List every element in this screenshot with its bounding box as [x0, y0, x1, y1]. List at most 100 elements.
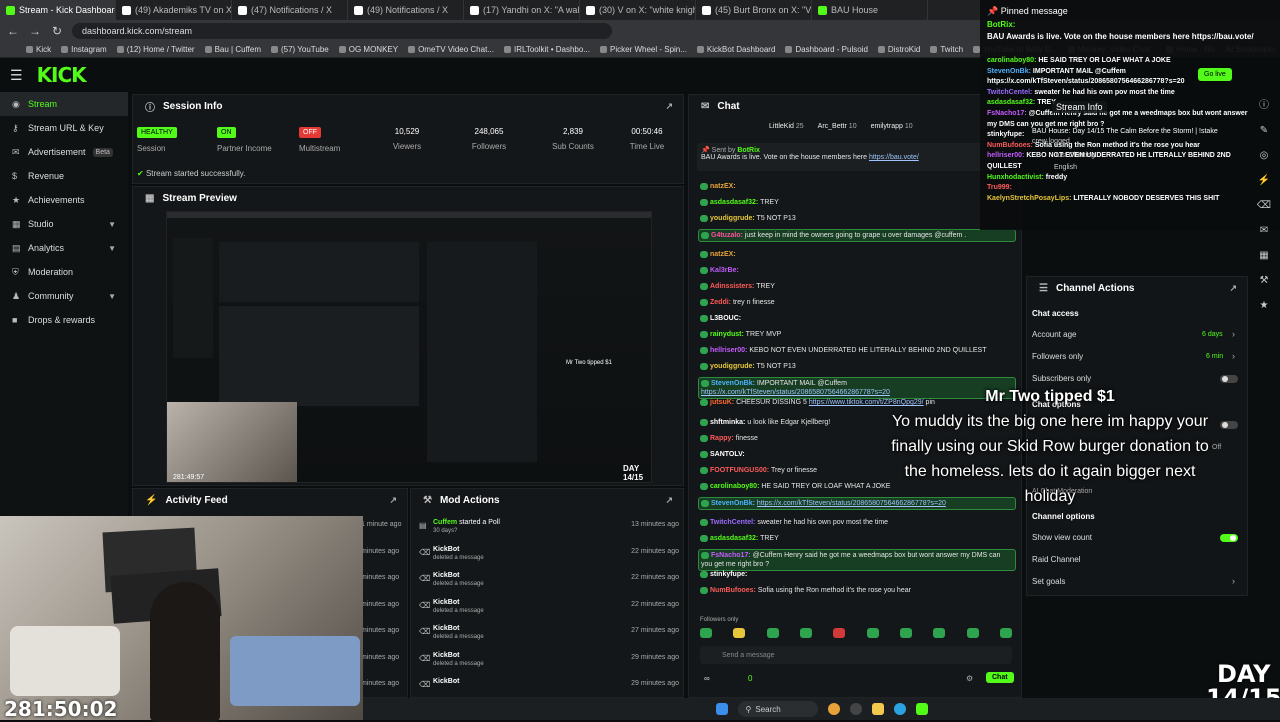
- sidebar-item-stream[interactable]: ◉ Stream: [0, 92, 128, 116]
- url-field[interactable]: dashboard.kick.com/stream: [72, 23, 612, 39]
- browser-tab[interactable]: (49) Akademiks TV on X: "Alab: [116, 0, 232, 20]
- chat-bubble-icon[interactable]: ✉: [1260, 225, 1268, 236]
- chevron-down-icon[interactable]: ▼: [108, 220, 116, 229]
- chat-username[interactable]: natzEX:: [710, 251, 736, 258]
- sidebar-item-drops-rewards[interactable]: ■ Drops & rewards: [0, 308, 128, 332]
- chat-username[interactable]: SANTOLV:: [710, 451, 745, 458]
- sidebar-item-revenue[interactable]: $ Revenue: [0, 164, 128, 188]
- telegram-icon[interactable]: [893, 703, 906, 715]
- stream-preview-video[interactable]: 281:49:57 Mr Two tipped $1 DAY 14/15: [166, 211, 652, 483]
- edit-icon[interactable]: ✎: [1260, 125, 1268, 136]
- chat-username[interactable]: Kal3rBe:: [710, 267, 739, 274]
- chat-message[interactable]: TwitchCentel: sweater he had his own pov…: [698, 517, 1016, 528]
- bookmark[interactable]: (57) YouTube: [270, 45, 329, 54]
- chat-username[interactable]: asdasdasaf32:: [710, 199, 758, 206]
- back-icon[interactable]: ←: [6, 24, 20, 38]
- chat-message[interactable]: NumBufooes: Sofia using the Ron method i…: [698, 585, 1016, 596]
- chat-username[interactable]: Rappy:: [710, 435, 734, 442]
- sidebar-item-moderation[interactable]: ⛨ Moderation: [0, 260, 128, 284]
- popout-icon[interactable]: ↗: [665, 101, 673, 112]
- kick-app-icon[interactable]: [915, 703, 928, 715]
- browser-tab[interactable]: (30) V on X: "white knight: [580, 0, 696, 20]
- browser-tab[interactable]: BAU House: [812, 0, 928, 20]
- bookmark[interactable]: Bau | Cuffem: [204, 45, 261, 54]
- sidebar-item-advertisement[interactable]: ✉ Advertisement Beta: [0, 140, 128, 164]
- emote-icon[interactable]: [866, 628, 879, 638]
- account-age-row[interactable]: Account age: [1032, 330, 1076, 339]
- chat-link[interactable]: https://x.com/kTfSteven/status/208658075…: [701, 389, 890, 396]
- chat-message[interactable]: youdiggrude: T5 NOT P13: [698, 361, 1016, 372]
- bookmark[interactable]: Instagram: [61, 45, 107, 54]
- chat-option-toggle[interactable]: [1220, 421, 1238, 429]
- sidebar-item-stream-url-key[interactable]: ⚷ Stream URL & Key: [0, 116, 128, 140]
- bookmark[interactable]: OmeTV Video Chat...: [408, 45, 494, 54]
- browser-tab[interactable]: Stream - Kick Dashboard: [0, 0, 116, 20]
- bookmark[interactable]: DistroKid: [877, 45, 920, 54]
- grid-icon[interactable]: ▦: [1259, 250, 1268, 261]
- chat-username[interactable]: jutsuK:: [710, 399, 734, 406]
- sidebar-item-studio[interactable]: ▦ Studio ▼: [0, 212, 128, 236]
- bookmark[interactable]: OG MONKEY: [338, 45, 398, 54]
- browser-tab[interactable]: (47) Notifications / X: [232, 0, 348, 20]
- emote-icon[interactable]: [799, 628, 812, 638]
- chat-input[interactable]: Send a message: [700, 646, 1012, 664]
- chat-username[interactable]: FsNacho17:: [711, 552, 751, 559]
- chat-message[interactable]: Kal3rBe:: [698, 265, 1016, 276]
- obs-icon[interactable]: [849, 703, 862, 715]
- chat-message[interactable]: stinkyfupe:: [698, 569, 1016, 580]
- bookmark[interactable]: Kick: [26, 45, 51, 54]
- emote-icon[interactable]: [933, 628, 946, 638]
- chat-message[interactable]: hellriser00: KEBO NOT EVEN UNDERRATED HE…: [698, 345, 1016, 356]
- show-view-count-toggle[interactable]: [1220, 534, 1238, 542]
- share-icon[interactable]: ★: [1260, 300, 1269, 311]
- chat-username[interactable]: natzEX:: [710, 183, 736, 190]
- popout-icon[interactable]: ↗: [665, 495, 673, 506]
- chat-username[interactable]: Zeddi:: [710, 299, 731, 306]
- browser-tab[interactable]: (17) Yandhi on X: "A walking pi: [464, 0, 580, 20]
- trash-icon[interactable]: ⌫: [1257, 200, 1271, 211]
- wrench-icon[interactable]: ⚒: [1260, 275, 1269, 286]
- chat-username[interactable]: L3BOUC:: [710, 315, 741, 322]
- browser-tab[interactable]: (45) Burt Bronx on X: "VOTE B: [696, 0, 812, 20]
- emote-icon[interactable]: [899, 628, 912, 638]
- bookmark[interactable]: KickBot Dashboard: [696, 45, 775, 54]
- file-explorer-icon[interactable]: [871, 703, 884, 715]
- followers-only-row[interactable]: Followers only: [1032, 352, 1083, 361]
- chat-username[interactable]: asdasdasaf32:: [710, 535, 758, 542]
- reload-icon[interactable]: ↻: [50, 24, 64, 38]
- bookmark[interactable]: Picker Wheel - Spin...: [600, 45, 687, 54]
- chat-username[interactable]: carolinaboy80:: [710, 483, 759, 490]
- pinned-link[interactable]: https://bau.vote/: [869, 154, 919, 161]
- chat-username[interactable]: hellriser00:: [710, 347, 747, 354]
- taskbar-search[interactable]: ⚲ Search: [737, 701, 818, 717]
- chat-username[interactable]: shftminka:: [710, 419, 745, 426]
- chevron-down-icon[interactable]: ▼: [108, 244, 116, 253]
- forward-icon[interactable]: →: [28, 24, 42, 38]
- set-goals-row[interactable]: Set goals: [1032, 577, 1065, 586]
- chat-username[interactable]: G4tuzalo:: [711, 232, 743, 239]
- chat-message[interactable]: youdiggrude: T5 NOT P13: [698, 213, 1016, 224]
- menu-icon[interactable]: ☰: [10, 67, 23, 84]
- chat-message[interactable]: G4tuzalo: just keep in mind the owners g…: [698, 229, 1016, 242]
- chat-username[interactable]: Adinssisters:: [710, 283, 754, 290]
- bolt-icon[interactable]: ⚡: [1258, 175, 1270, 186]
- bookmark[interactable]: Dashboard - Pulsoid: [785, 45, 868, 54]
- chat-message[interactable]: L3BOUC:: [698, 313, 1016, 324]
- infinity-icon[interactable]: ∞: [704, 674, 710, 683]
- go-live-button[interactable]: Go live: [1198, 68, 1232, 81]
- chat-settings-icon[interactable]: ⚙: [966, 674, 973, 683]
- emote-icon[interactable]: [833, 628, 846, 638]
- chat-username[interactable]: StevenOnBk:: [711, 380, 755, 387]
- browser-tab[interactable]: (49) Notifications / X: [348, 0, 464, 20]
- bookmark[interactable]: IRLToolkit • Dashbo...: [503, 45, 590, 54]
- pinned-message[interactable]: 📌 Sent by BotRix BAU Awards is live. Vot…: [697, 143, 1015, 171]
- chat-username[interactable]: FOOTFUNGUS00:: [710, 467, 769, 474]
- bookmark[interactable]: Twitch: [930, 45, 963, 54]
- sidebar-item-community[interactable]: ♟ Community ▼: [0, 284, 128, 308]
- emote-icon[interactable]: [733, 628, 746, 638]
- chat-username[interactable]: TwitchCentel:: [710, 519, 755, 526]
- kick-logo[interactable]: KICK: [37, 63, 87, 87]
- popout-icon[interactable]: ↗: [1229, 283, 1237, 294]
- bookmark[interactable]: (12) Home / Twitter: [116, 45, 195, 54]
- chat-username[interactable]: stinkyfupe:: [710, 571, 747, 578]
